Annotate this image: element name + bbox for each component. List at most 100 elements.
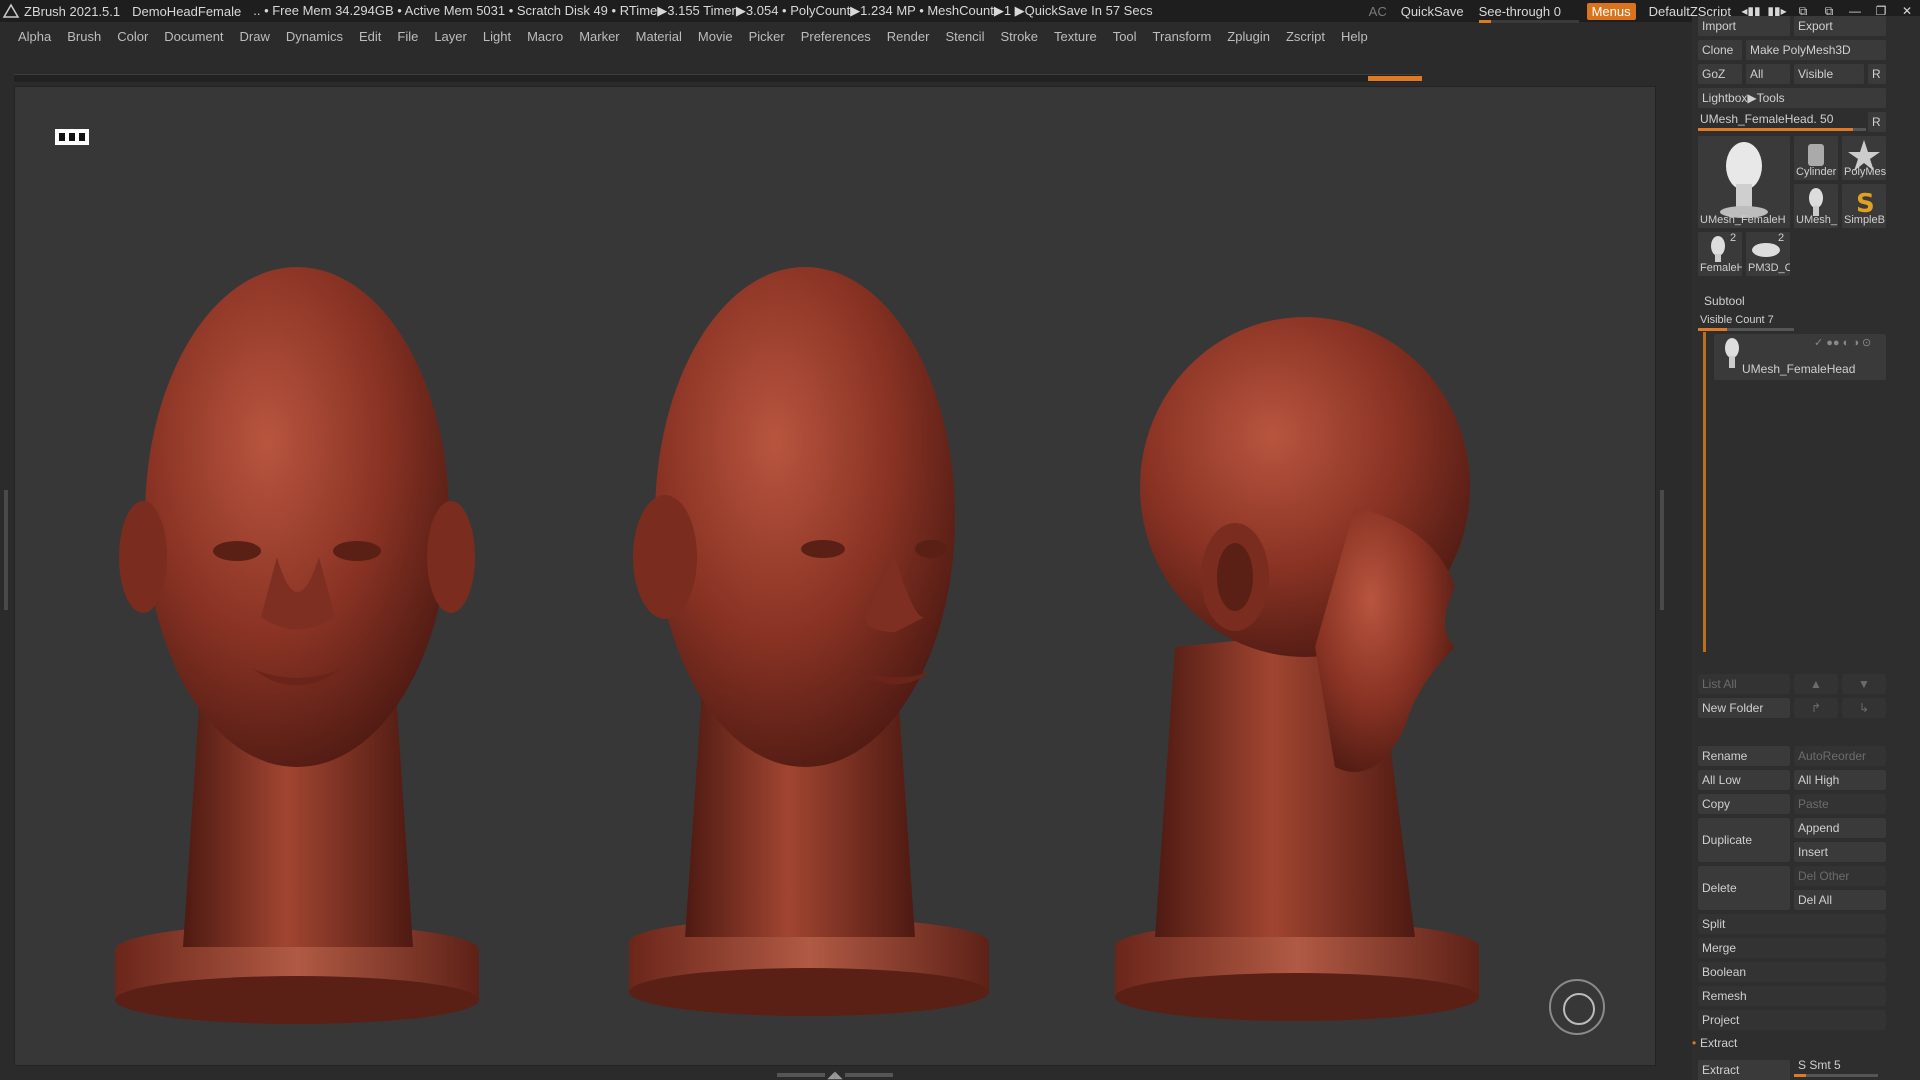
autoreorder-button[interactable]: AutoReorder	[1794, 746, 1886, 766]
split-subpalette[interactable]: Split	[1698, 914, 1886, 934]
menu-movie[interactable]: Movie	[698, 29, 733, 44]
right-tray-handle[interactable]	[1660, 490, 1664, 610]
tool-thumb-label: UMesh_	[1796, 214, 1837, 226]
canvas-viewport[interactable]	[14, 86, 1656, 1066]
tool-thumb-label: SimpleB	[1844, 214, 1885, 226]
tool-r-button[interactable]: R	[1868, 112, 1886, 132]
menu-zplugin[interactable]: Zplugin	[1227, 29, 1270, 44]
import-button[interactable]: Import	[1698, 16, 1790, 36]
head-three-quarter	[629, 267, 989, 1016]
menu-brush[interactable]: Brush	[67, 29, 101, 44]
tool-thumb-label: FemaleH	[1700, 262, 1742, 274]
tool-thumb-label: PM3D_C	[1748, 262, 1790, 274]
visible-count-bar[interactable]	[1698, 328, 1794, 331]
menu-macro[interactable]: Macro	[527, 29, 563, 44]
menu-picker[interactable]: Picker	[749, 29, 785, 44]
menu-texture[interactable]: Texture	[1054, 29, 1097, 44]
move-down-icon[interactable]: ▼	[1842, 674, 1886, 694]
tool-thumb-simplebrush[interactable]: S SimpleB	[1842, 184, 1886, 228]
s-smt-bar[interactable]	[1794, 1074, 1878, 1077]
lightbox-tools-button[interactable]: Lightbox▶Tools	[1698, 88, 1886, 108]
subtool-section-title[interactable]: Subtool	[1704, 294, 1745, 308]
ac-button[interactable]: AC	[1362, 4, 1394, 19]
folder-down-icon[interactable]: ↳	[1842, 698, 1886, 718]
bottom-tray-handle[interactable]: ◢◣	[770, 1070, 900, 1080]
tool-thumb-femalehead[interactable]: 2 FemaleH	[1698, 232, 1742, 276]
menu-zscript[interactable]: Zscript	[1286, 29, 1325, 44]
subtool-item-label: UMesh_FemaleHead	[1742, 362, 1856, 376]
tool-thumb-umesh[interactable]: UMesh_	[1794, 184, 1838, 228]
boolean-subpalette[interactable]: Boolean	[1698, 962, 1886, 982]
see-through-bar	[1478, 19, 1579, 23]
menu-help[interactable]: Help	[1341, 29, 1368, 44]
menu-layer[interactable]: Layer	[434, 29, 467, 44]
tool-thumb-badge: 2	[1778, 232, 1785, 244]
menu-transform[interactable]: Transform	[1153, 29, 1212, 44]
delete-button[interactable]: Delete	[1698, 866, 1790, 910]
tool-thumb-umesh-femalehead[interactable]: UMesh_FemaleH	[1698, 136, 1790, 228]
menu-document[interactable]: Document	[164, 29, 223, 44]
goz-visible-button[interactable]: Visible	[1794, 64, 1864, 84]
paste-button[interactable]: Paste	[1794, 794, 1886, 814]
head-front	[115, 267, 479, 1024]
menu-stencil[interactable]: Stencil	[945, 29, 984, 44]
menu-draw[interactable]: Draw	[240, 29, 270, 44]
subtool-item[interactable]: ✓ ●● ◐ ◑ ⊙ UMesh_FemaleHead	[1714, 334, 1886, 380]
see-through-slider[interactable]: See-through 0	[1478, 4, 1579, 23]
duplicate-button[interactable]: Duplicate	[1698, 818, 1790, 862]
extract-subpalette[interactable]: Extract	[1700, 1036, 1737, 1050]
tool-thumb-cylinder[interactable]: Cylinder	[1794, 136, 1838, 180]
menu-tool[interactable]: Tool	[1113, 29, 1137, 44]
menu-file[interactable]: File	[397, 29, 418, 44]
menu-render[interactable]: Render	[887, 29, 930, 44]
new-folder-button[interactable]: New Folder	[1698, 698, 1790, 718]
merge-subpalette[interactable]: Merge	[1698, 938, 1886, 958]
remesh-subpalette[interactable]: Remesh	[1698, 986, 1886, 1006]
visible-count-slider[interactable]: Visible Count 7	[1700, 314, 1774, 326]
subtool-controls-icon[interactable]: ✓ ●● ◐ ◑ ⊙	[1814, 336, 1871, 349]
extract-button[interactable]: Extract	[1698, 1060, 1790, 1080]
menu-stroke[interactable]: Stroke	[1000, 29, 1038, 44]
menu-color[interactable]: Color	[117, 29, 148, 44]
export-button[interactable]: Export	[1794, 16, 1886, 36]
list-all-button[interactable]: List All	[1698, 674, 1790, 694]
all-low-button[interactable]: All Low	[1698, 770, 1790, 790]
timeline-marker[interactable]	[1368, 76, 1422, 81]
s-smt-slider[interactable]: S Smt 5	[1798, 1058, 1841, 1072]
menu-edit[interactable]: Edit	[359, 29, 381, 44]
current-tool-slider-bar[interactable]	[1698, 128, 1866, 131]
append-button[interactable]: Append	[1794, 818, 1886, 838]
zbrush-logo-icon	[2, 3, 20, 18]
menu-preferences[interactable]: Preferences	[801, 29, 871, 44]
folder-up-icon[interactable]: ↱	[1794, 698, 1838, 718]
copy-button[interactable]: Copy	[1698, 794, 1790, 814]
goz-all-button[interactable]: All	[1746, 64, 1790, 84]
menu-alpha[interactable]: Alpha	[18, 29, 51, 44]
del-all-button[interactable]: Del All	[1794, 890, 1886, 910]
del-other-button[interactable]: Del Other	[1794, 866, 1886, 886]
menu-dynamics[interactable]: Dynamics	[286, 29, 343, 44]
subtool-list-scrollbar[interactable]	[1703, 332, 1706, 652]
rename-button[interactable]: Rename	[1698, 746, 1790, 766]
menus-toggle[interactable]: Menus	[1586, 2, 1636, 20]
tool-thumb-label: PolyMes	[1844, 166, 1886, 178]
clone-button[interactable]: Clone	[1698, 40, 1742, 60]
current-tool-slider[interactable]: UMesh_FemaleHead. 50	[1700, 112, 1833, 126]
timeline-strip[interactable]	[14, 74, 1422, 82]
insert-button[interactable]: Insert	[1794, 842, 1886, 862]
head-profile	[1115, 317, 1479, 1021]
quicksave-button[interactable]: QuickSave	[1394, 4, 1471, 19]
goz-r-button[interactable]: R	[1868, 64, 1886, 84]
menu-marker[interactable]: Marker	[579, 29, 619, 44]
goz-button[interactable]: GoZ	[1698, 64, 1742, 84]
all-high-button[interactable]: All High	[1794, 770, 1886, 790]
tool-thumb-polymesh[interactable]: PolyMes	[1842, 136, 1886, 180]
menu-material[interactable]: Material	[636, 29, 682, 44]
tool-thumb-pm3d[interactable]: 2 PM3D_C	[1746, 232, 1790, 276]
project-subpalette[interactable]: Project	[1698, 1010, 1886, 1030]
left-tray-handle[interactable]	[4, 490, 8, 610]
move-up-icon[interactable]: ▲	[1794, 674, 1838, 694]
navigation-circle-icon[interactable]	[1549, 979, 1605, 1035]
make-polymesh-button[interactable]: Make PolyMesh3D	[1746, 40, 1886, 60]
menu-light[interactable]: Light	[483, 29, 511, 44]
